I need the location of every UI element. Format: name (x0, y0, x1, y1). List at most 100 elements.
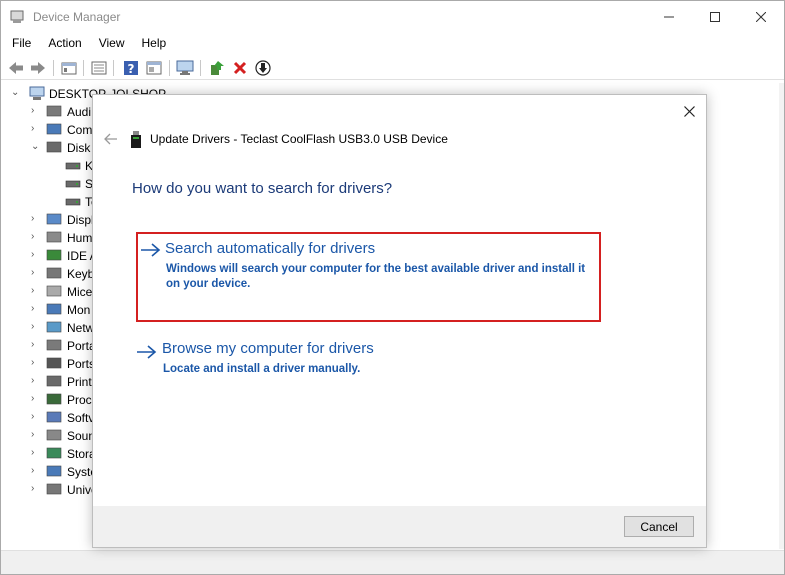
tree-category-label: Hum (67, 231, 93, 245)
ide-icon (46, 249, 62, 261)
tree-category-label: Print (67, 375, 92, 389)
forward-icon (31, 62, 45, 74)
processor-icon (46, 393, 62, 405)
expand-arrow-icon[interactable]: › (31, 483, 41, 495)
expand-arrow-icon[interactable]: › (31, 321, 41, 333)
expand-arrow-icon[interactable]: › (31, 339, 41, 351)
sound-icon (46, 429, 62, 441)
network-icon (46, 321, 62, 333)
search-automatically-title[interactable]: Search automatically for drivers (165, 240, 375, 257)
dialog-heading: How do you want to search for drivers? (132, 180, 393, 197)
toolbar-view-button[interactable] (145, 59, 163, 77)
dialog-close-button[interactable] (679, 101, 699, 121)
tree-category-label: Disk (67, 141, 91, 155)
close-icon (683, 105, 695, 117)
toolbar: ? (1, 56, 784, 80)
tree-category-label: Netw (67, 321, 95, 335)
toolbar-download-button[interactable] (254, 59, 272, 77)
expand-arrow-icon[interactable]: › (31, 357, 41, 369)
disk-icon (46, 141, 62, 153)
window-title: Device Manager (33, 10, 121, 24)
download-icon (255, 60, 271, 76)
expand-arrow-icon[interactable]: › (31, 429, 41, 441)
expand-arrow-icon[interactable]: › (31, 393, 41, 405)
toolbar-update-driver-button[interactable] (208, 59, 226, 77)
disk-drive-icon (65, 162, 81, 170)
view-icon (146, 61, 162, 75)
toolbar-uninstall-button[interactable] (231, 59, 249, 77)
collapse-arrow-icon[interactable]: ⌄ (11, 87, 21, 99)
dialog-back-button[interactable] (103, 131, 119, 147)
back-arrow-icon (104, 133, 117, 145)
back-icon (9, 62, 23, 74)
search-automatically-description: Windows will search your computer for th… (166, 263, 586, 290)
port-icon (46, 357, 62, 369)
expand-arrow-icon[interactable]: › (31, 105, 41, 117)
expand-arrow-icon[interactable]: › (31, 285, 41, 297)
toolbar-help-button[interactable]: ? (122, 59, 140, 77)
menu-bar: File Action View Help (1, 34, 784, 54)
display-icon (46, 213, 62, 225)
tree-category-label: Com (67, 123, 93, 137)
expand-arrow-icon[interactable]: › (31, 447, 41, 459)
minimize-button[interactable] (646, 1, 692, 33)
speaker-icon (46, 105, 62, 117)
expand-arrow-icon[interactable]: › (31, 267, 41, 279)
computer-icon (29, 86, 45, 100)
menu-view[interactable]: View (93, 34, 131, 54)
maximize-button[interactable] (692, 1, 738, 33)
expand-arrow-icon[interactable]: › (31, 375, 41, 387)
portable-icon (46, 339, 62, 351)
tree-category-label: Audi (67, 105, 92, 119)
list-icon (91, 61, 107, 75)
menu-help[interactable]: Help (136, 34, 173, 54)
uninstall-icon (233, 61, 247, 75)
browse-computer-description: Locate and install a driver manually. (163, 363, 361, 375)
monitor-icon (176, 60, 194, 75)
tree-category-label: Ports (67, 357, 96, 371)
update-driver-icon (211, 61, 224, 75)
hid-icon (46, 231, 62, 243)
browse-computer-title[interactable]: Browse my computer for drivers (162, 340, 374, 357)
vertical-scrollbar[interactable] (779, 83, 784, 549)
system-icon (46, 465, 62, 477)
usb-drive-icon (131, 131, 141, 148)
toolbar-forward-button[interactable] (29, 59, 47, 77)
storage-icon (46, 447, 62, 459)
maximize-icon (710, 12, 720, 22)
dialog-footer: Cancel (93, 506, 706, 547)
cancel-button[interactable]: Cancel (624, 516, 694, 537)
expand-arrow-icon[interactable]: › (31, 231, 41, 243)
close-button[interactable] (738, 1, 784, 33)
help-icon: ? (124, 61, 138, 76)
usb-icon (46, 483, 62, 495)
status-bar (1, 550, 784, 574)
toolbar-properties-button[interactable] (60, 59, 78, 77)
title-bar: Device Manager (1, 1, 784, 33)
menu-action[interactable]: Action (42, 34, 87, 54)
toolbar-back-button[interactable] (7, 59, 25, 77)
toolbar-scan-button[interactable] (176, 59, 194, 77)
svg-text:?: ? (128, 62, 135, 76)
tree-category-label: Soun (67, 429, 96, 443)
expand-arrow-icon[interactable]: › (31, 123, 41, 135)
tree-category-label: Displ (67, 213, 94, 227)
software-icon (46, 411, 62, 423)
menu-file[interactable]: File (6, 34, 37, 54)
expand-arrow-icon[interactable]: › (31, 411, 41, 423)
toolbar-list-button[interactable] (90, 59, 108, 77)
expand-arrow-icon[interactable]: › (31, 213, 41, 225)
search-automatically-option[interactable]: Search automatically for drivers Windows… (136, 232, 601, 322)
expand-arrow-icon[interactable]: › (31, 303, 41, 315)
computer-icon (46, 123, 62, 135)
browse-computer-option[interactable]: Browse my computer for drivers Locate an… (136, 340, 601, 380)
tree-category-label: Mice (67, 285, 93, 299)
mouse-icon (46, 285, 62, 297)
collapse-arrow-icon[interactable]: ⌄ (31, 141, 41, 153)
disk-drive-icon (65, 198, 81, 206)
monitor-icon (46, 303, 62, 315)
right-arrow-icon (141, 243, 161, 257)
tree-category-label: Keyb (67, 267, 95, 281)
expand-arrow-icon[interactable]: › (31, 465, 41, 477)
expand-arrow-icon[interactable]: › (31, 249, 41, 261)
